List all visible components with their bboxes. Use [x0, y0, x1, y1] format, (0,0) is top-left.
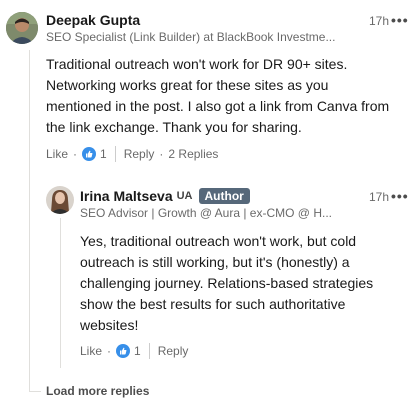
reply-author-name[interactable]: Irina Maltseva	[80, 188, 173, 204]
comment-time: 17h	[369, 14, 390, 28]
reply-author-headline: SEO Advisor | Growth @ Aura | ex-CMO @ H…	[80, 206, 332, 220]
comment-author-headline: SEO Specialist (Link Builder) at BlackBo…	[46, 30, 336, 44]
reply-avatar[interactable]	[46, 186, 74, 214]
avatar-photo	[6, 12, 38, 44]
reply-time: 17h	[369, 190, 390, 204]
reply-button[interactable]: Reply	[124, 147, 155, 161]
reply-text-line: show the best results for such authorita…	[80, 296, 346, 312]
reply-more-options-button[interactable]: •••	[391, 188, 409, 204]
reply-text-line: Yes, traditional outreach won't work, bu…	[80, 233, 357, 249]
comment-text-line: mentioned in the post. I also got a link…	[46, 98, 390, 114]
reply-header: Irina Maltseva UA Author	[80, 188, 250, 204]
separator-dot: ·	[107, 344, 112, 358]
comment-more-options-button[interactable]: •••	[391, 12, 409, 28]
thread-line-curve	[29, 391, 41, 392]
reply-text: Yes, traditional outreach won't work, bu…	[80, 231, 405, 336]
separator-dot: ·	[159, 147, 164, 161]
comment-author-name[interactable]: Deepak Gupta	[46, 12, 140, 28]
like-reaction-icon	[116, 344, 131, 358]
reply-text-line: challenging journey. Relations-based str…	[80, 275, 374, 291]
avatar[interactable]	[6, 12, 38, 44]
divider	[114, 146, 116, 162]
comment-text-line: Traditional outreach won't work for DR 9…	[46, 56, 348, 72]
reaction-count[interactable]: 1	[100, 147, 107, 161]
thread-line	[29, 50, 30, 392]
like-reaction-icon	[82, 147, 97, 161]
load-more-replies-button[interactable]: Load more replies	[46, 384, 149, 398]
comment-text-line: Networking works great for these sites a…	[46, 77, 329, 93]
separator-dot: ·	[73, 147, 78, 161]
reply-reply-button[interactable]: Reply	[158, 344, 189, 358]
reply-avatar-photo	[46, 186, 74, 214]
reply-reaction-count[interactable]: 1	[134, 344, 141, 358]
comment-text: Traditional outreach won't work for DR 9…	[46, 54, 408, 138]
comment-text-line: the link exchange. Thank you for sharing…	[46, 119, 302, 135]
comment-actions: Like · 1 Reply · 2 Replies	[46, 145, 218, 163]
reply-actions: Like · 1 Reply	[80, 342, 188, 360]
reply-thread-line	[60, 218, 61, 368]
divider	[148, 343, 150, 359]
author-badge: Author	[198, 188, 250, 204]
like-button[interactable]: Like	[46, 147, 68, 161]
reply-text-line: websites!	[80, 317, 139, 333]
country-code-label: UA	[176, 190, 193, 202]
reply-text-line: outreach is still working, but it's (hon…	[80, 254, 350, 270]
reply-like-button[interactable]: Like	[80, 344, 102, 358]
replies-count-link[interactable]: 2 Replies	[168, 147, 218, 161]
